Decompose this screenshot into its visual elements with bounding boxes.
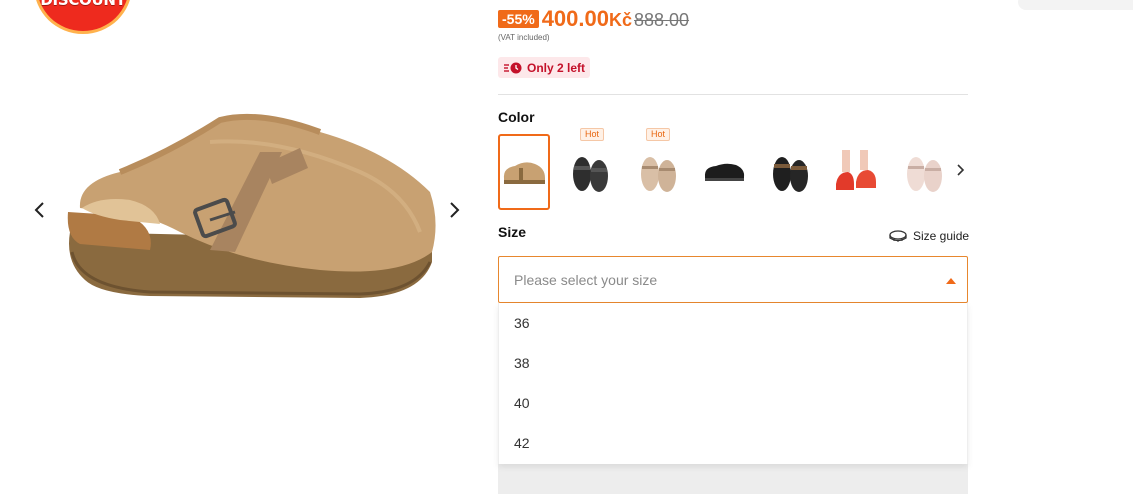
swatch-next-button[interactable] <box>954 162 970 180</box>
size-select-placeholder: Please select your size <box>514 271 658 288</box>
gallery-prev-button[interactable] <box>28 198 52 222</box>
discount-badge: DISCOUNT <box>34 0 132 34</box>
swatch-image <box>836 150 876 190</box>
add-to-cart-area <box>498 464 968 494</box>
size-option-38[interactable]: 38 <box>499 343 967 383</box>
color-swatch-6[interactable] <box>830 134 882 210</box>
swatch-image <box>641 157 676 192</box>
chevron-left-icon <box>34 202 44 218</box>
swatch-image <box>704 163 745 181</box>
current-price: 400.00 <box>541 6 609 31</box>
product-main-image <box>67 113 436 298</box>
vat-note: (VAT included) <box>498 33 550 42</box>
chevron-right-icon <box>957 164 965 176</box>
swatch-image <box>573 157 608 192</box>
color-swatch-2[interactable] <box>564 134 616 210</box>
color-swatch-3[interactable] <box>632 134 684 210</box>
currency: Kč <box>608 10 632 30</box>
tape-measure-icon <box>889 230 907 242</box>
stock-badge: Only 2 left <box>498 57 591 78</box>
size-label: Size <box>498 224 527 240</box>
color-swatches: Hot Hot <box>498 128 968 212</box>
gallery-next-button[interactable] <box>442 198 466 222</box>
color-swatch-1[interactable] <box>498 134 550 210</box>
original-price: 888.00 <box>634 10 690 30</box>
swatch-image <box>503 162 545 184</box>
price-row: -55% 400.00 Kč 888.00 <box>498 6 689 32</box>
size-option-42[interactable]: 42 <box>499 423 967 463</box>
clock-icon <box>504 62 522 73</box>
size-guide-label: Size guide <box>913 229 970 243</box>
color-swatch-5[interactable] <box>764 134 816 210</box>
size-dropdown: 36 38 40 42 <box>498 303 968 464</box>
chevron-right-icon <box>450 202 460 218</box>
caret-up-icon <box>946 278 956 284</box>
divider <box>498 94 968 95</box>
size-select[interactable]: Please select your size <box>498 256 968 303</box>
size-guide-link[interactable]: Size guide <box>888 229 969 243</box>
discount-badge-label: DISCOUNT <box>40 0 126 9</box>
color-label: Color <box>498 109 535 125</box>
color-swatch-7[interactable] <box>898 134 950 210</box>
stock-label: Only 2 left <box>527 60 586 75</box>
color-swatch-4[interactable] <box>698 134 750 210</box>
size-option-36[interactable]: 36 <box>499 303 967 343</box>
size-option-40[interactable]: 40 <box>499 383 967 423</box>
top-right-widget <box>1018 0 1133 10</box>
swatch-image <box>907 157 942 192</box>
product-gallery <box>20 100 480 340</box>
discount-percent: -55% <box>498 10 539 28</box>
swatch-image <box>773 157 808 192</box>
